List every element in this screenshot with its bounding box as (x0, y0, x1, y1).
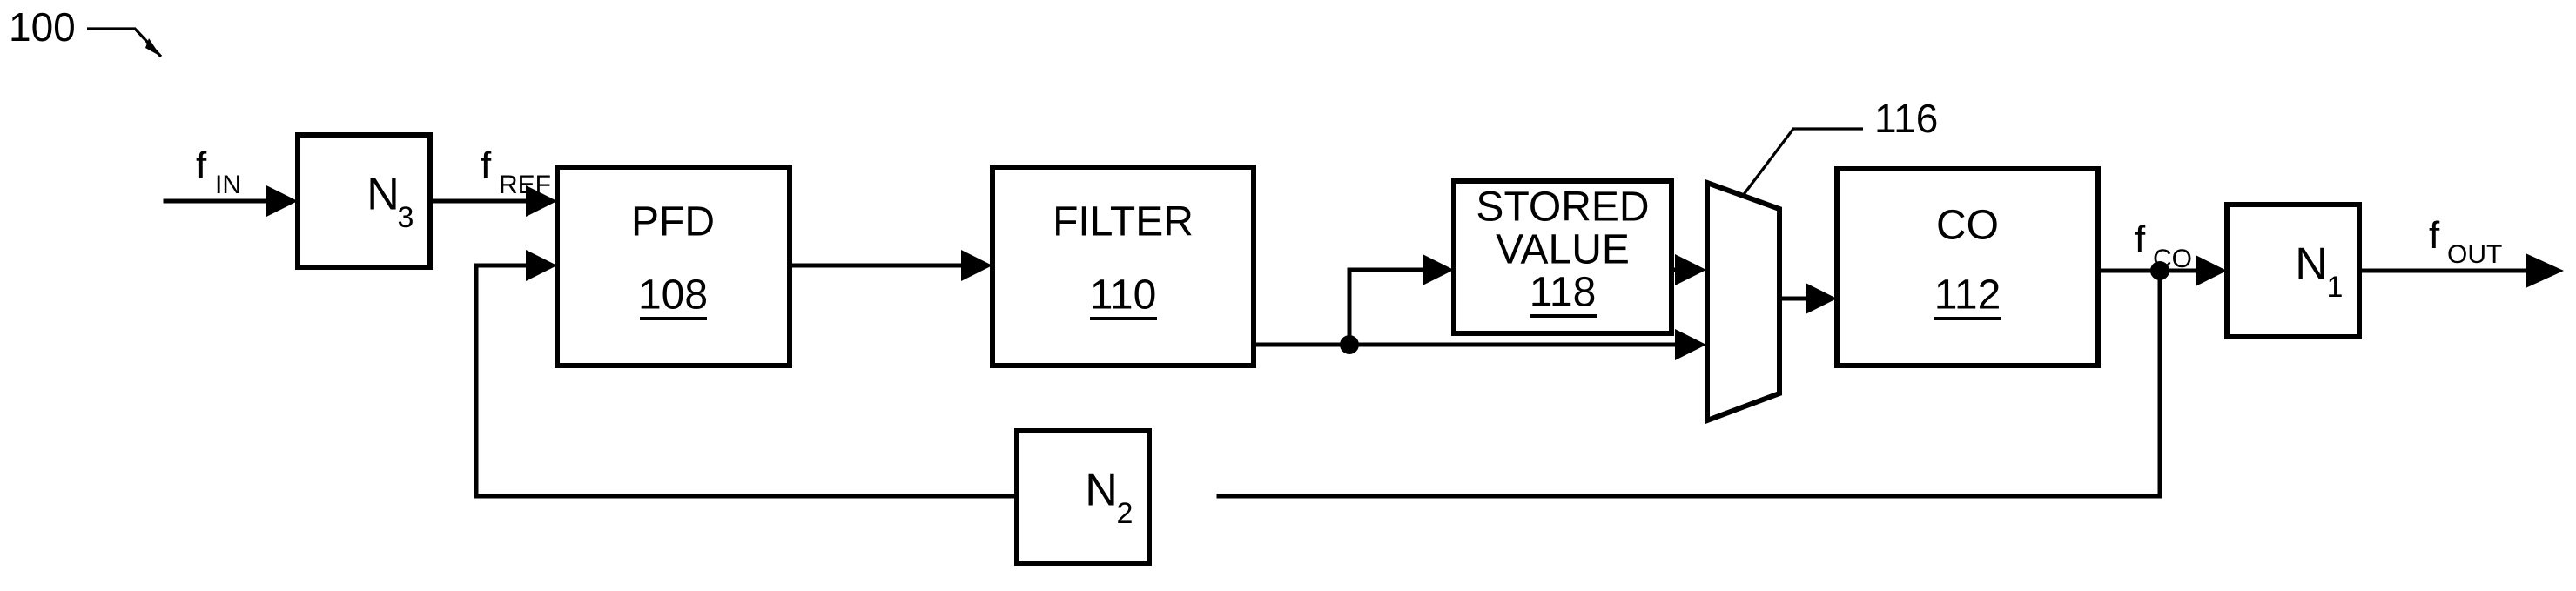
block-n3-subscript: 3 (398, 201, 414, 234)
figure-reference-100: 100 (9, 4, 163, 58)
block-pfd-rect[interactable] (555, 165, 792, 368)
block-filter-label: FILTER (1053, 199, 1194, 245)
f-in-arrowhead (266, 185, 298, 217)
wire-pfd-to-filter (787, 250, 992, 281)
pfd-filter-arrowhead (961, 250, 992, 281)
block-co-label: CO (1936, 203, 1999, 249)
block-pfd-label: PFD (631, 199, 715, 245)
filter-output-junction-dot (1340, 335, 1359, 354)
block-filter-ref: 110 (1090, 272, 1157, 319)
mux-co-arrowhead (1806, 283, 1837, 314)
block-co-rect[interactable] (1834, 166, 2101, 368)
n1-input-arrowhead (2196, 255, 2227, 286)
block-n3[interactable]: N 3 (295, 132, 433, 270)
f-out-label: f (2429, 214, 2440, 257)
block-stored-value-label-line1: STORED (1476, 185, 1649, 231)
block-diagram-canvas: 100 f IN N 3 f REF PFD 108 FILTER 110 ST… (9, 4, 2564, 566)
block-mux-shape[interactable] (1705, 178, 1782, 425)
feedback-to-pfd (474, 250, 557, 281)
f-in-label: f (196, 144, 207, 187)
signal-f-out: f OUT (2357, 214, 2564, 288)
block-n1-subscript: 1 (2327, 271, 2344, 304)
signal-f-co: f CO (2095, 218, 2227, 286)
figure-number-label: 100 (9, 4, 76, 50)
block-n1[interactable]: N 1 (2224, 202, 2362, 339)
feedback-pfd-arrowhead (526, 250, 557, 281)
block-n1-label: N (2295, 239, 2328, 290)
block-co[interactable]: CO 112 (1834, 166, 2101, 368)
block-stored-value[interactable]: STORED VALUE 118 (1451, 178, 1674, 336)
block-n2-subscript: 2 (1117, 497, 1133, 530)
patent-figure: 100 f IN N 3 f REF PFD 108 FILTER 110 ST… (0, 0, 2576, 591)
f-in-subscript: IN (215, 171, 241, 199)
block-co-ref: 112 (1934, 272, 2001, 319)
block-filter[interactable]: FILTER 110 (990, 165, 1256, 368)
wire-mux-to-co (1777, 283, 1837, 314)
f-ref-label: f (481, 144, 492, 187)
signal-f-ref: f REF (427, 144, 557, 217)
block-n2[interactable]: N 2 (1014, 428, 1152, 566)
f-out-arrowhead (2526, 253, 2564, 288)
block-n2-label: N (1085, 466, 1118, 516)
stored-value-branch-wire (1347, 267, 1430, 347)
block-stored-value-label-line2: VALUE (1496, 227, 1630, 273)
stored-value-branch-arrowhead (1423, 254, 1454, 285)
block-n3-label: N (367, 170, 400, 220)
wire-stored-value-to-mux (1669, 254, 1706, 285)
mux-lower-input-arrowhead (1675, 329, 1706, 360)
block-pfd[interactable]: PFD 108 (555, 165, 792, 368)
block-pfd-ref: 108 (638, 272, 708, 319)
block-stored-value-ref: 118 (1530, 270, 1597, 316)
f-out-subscript: OUT (2447, 240, 2502, 269)
f-co-label: f (2135, 218, 2146, 261)
signal-f-in: f IN (163, 144, 298, 217)
stored-mux-arrowhead (1675, 254, 1706, 285)
block-filter-rect[interactable] (990, 165, 1256, 368)
block-mux-ref: 116 (1874, 96, 1938, 141)
